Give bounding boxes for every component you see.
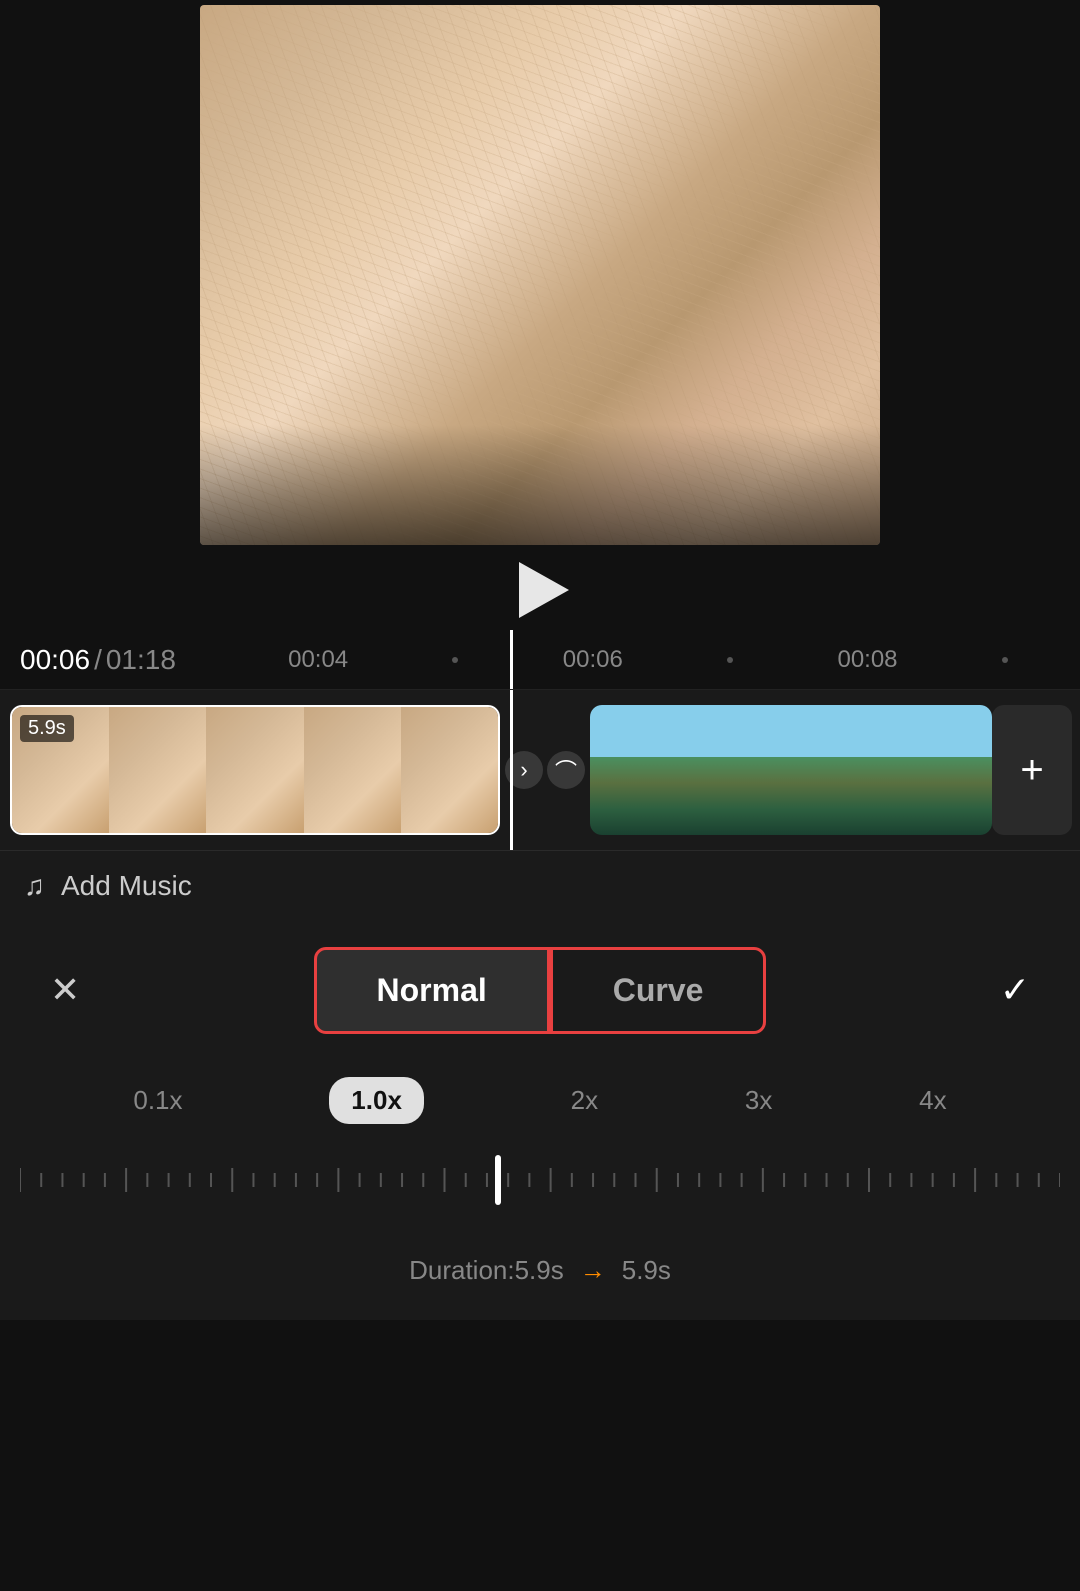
confirm-button[interactable]: ✓ bbox=[990, 959, 1040, 1021]
clip-strip-container[interactable]: 5.9s › ⌒ + bbox=[0, 690, 1080, 850]
timeline-ticks: 00:04 00:06 00:08 bbox=[176, 646, 1060, 674]
cat-thumbnail-5 bbox=[401, 707, 498, 833]
speed-mode-bar: ✕ Normal Curve ✓ bbox=[0, 920, 1080, 1060]
ticks-container bbox=[20, 1160, 1060, 1200]
playhead-clip bbox=[510, 690, 513, 850]
cat-thumbnail-2 bbox=[109, 707, 206, 833]
speed-val-3x: 3x bbox=[745, 1085, 772, 1116]
speed-val-2x: 2x bbox=[571, 1085, 598, 1116]
mode-buttons: Normal Curve bbox=[314, 947, 767, 1034]
playhead bbox=[510, 630, 513, 689]
cat-thumbnail-4 bbox=[304, 707, 401, 833]
clip-2[interactable] bbox=[590, 705, 992, 835]
transition-btn-2[interactable]: ⌒ bbox=[547, 751, 585, 789]
tick-dot-3 bbox=[1002, 657, 1008, 663]
normal-mode-button[interactable]: Normal bbox=[314, 947, 550, 1034]
duration-after: 5.9s bbox=[622, 1255, 671, 1286]
clip-duration-label: 5.9s bbox=[20, 715, 74, 742]
speed-current-val[interactable]: 1.0x bbox=[329, 1077, 424, 1124]
music-icon: ♫ bbox=[24, 870, 45, 902]
add-clip-button[interactable]: + bbox=[992, 705, 1072, 835]
speed-val-4x: 4x bbox=[919, 1085, 946, 1116]
speed-val-01x: 0.1x bbox=[133, 1085, 182, 1116]
play-button[interactable] bbox=[519, 562, 569, 618]
time-separator: / bbox=[94, 644, 102, 676]
duration-label: Duration:5.9s bbox=[409, 1255, 564, 1286]
curve-mode-button[interactable]: Curve bbox=[550, 947, 767, 1034]
transition-zone: › ⌒ bbox=[500, 705, 590, 835]
tick-label-2: 00:06 bbox=[563, 646, 623, 674]
total-time: 01:18 bbox=[106, 644, 176, 676]
checkmark-icon: ✓ bbox=[1000, 969, 1030, 1011]
tick-dot-2 bbox=[727, 657, 733, 663]
add-music-label: Add Music bbox=[61, 870, 192, 902]
add-music-bar[interactable]: ♫ Add Music bbox=[0, 850, 1080, 920]
duration-arrow: → bbox=[580, 1255, 606, 1286]
slider-handle[interactable] bbox=[495, 1155, 501, 1205]
video-preview bbox=[0, 0, 1080, 550]
clip-1[interactable]: 5.9s bbox=[10, 705, 500, 835]
beach-thumbnail-2 bbox=[724, 705, 858, 835]
cancel-button[interactable]: ✕ bbox=[40, 959, 90, 1021]
speed-slider-area[interactable] bbox=[0, 1140, 1080, 1220]
beach-thumbnail-3 bbox=[858, 705, 992, 835]
slider-ticks-svg bbox=[20, 1160, 1060, 1200]
tick-label-1: 00:04 bbox=[288, 646, 348, 674]
current-time: 00:06 bbox=[20, 644, 90, 676]
slider-track[interactable] bbox=[20, 1178, 1060, 1182]
video-thumbnail bbox=[200, 5, 880, 545]
tick-label-3: 00:08 bbox=[837, 646, 897, 674]
cat-thumbnail-3 bbox=[206, 707, 303, 833]
duration-bar: Duration:5.9s → 5.9s bbox=[0, 1220, 1080, 1320]
play-button-area bbox=[0, 550, 1080, 630]
beach-thumbnail-1 bbox=[590, 705, 724, 835]
timeline-area: 00:06 / 01:18 00:04 00:06 00:08 bbox=[0, 630, 1080, 690]
speed-values-row: 0.1x 1.0x 2x 3x 4x bbox=[0, 1060, 1080, 1140]
tick-dot-1 bbox=[452, 657, 458, 663]
